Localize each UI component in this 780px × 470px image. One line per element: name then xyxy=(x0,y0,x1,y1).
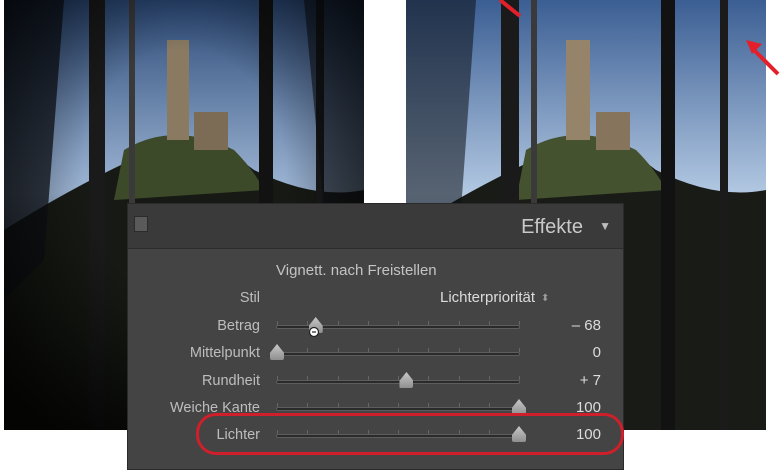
cursor-icon xyxy=(308,326,320,338)
slider-tick xyxy=(307,376,309,380)
mittelpunkt-slider[interactable] xyxy=(270,344,520,360)
slider-tick xyxy=(367,376,369,380)
slider-tick xyxy=(398,321,399,325)
stil-value: Lichterpriorität xyxy=(440,289,536,306)
slider-tick xyxy=(458,348,460,352)
highlight-ring xyxy=(196,413,624,455)
slider-tick xyxy=(337,321,339,325)
rundheit-value: + 7 xyxy=(579,372,601,389)
slider-tick xyxy=(519,321,520,325)
slider-tick xyxy=(458,321,460,325)
slider-tick xyxy=(488,348,490,352)
slider-tick xyxy=(458,376,460,380)
arrow-icon xyxy=(498,0,522,18)
betrag-label: Betrag xyxy=(217,318,260,334)
slider-tick xyxy=(428,348,430,352)
slider-tick xyxy=(519,348,520,352)
slider-tick xyxy=(367,348,369,352)
slider-tick xyxy=(367,403,369,407)
slider-tick xyxy=(398,403,399,407)
arrow-icon xyxy=(746,40,780,76)
mittelpunkt-value: 0 xyxy=(592,344,601,361)
slider-tick xyxy=(307,348,309,352)
slider-tick xyxy=(488,376,490,380)
slider-tick xyxy=(458,403,460,407)
slider-tick xyxy=(488,403,490,407)
slider-tick xyxy=(277,376,278,380)
slider-tick xyxy=(337,348,339,352)
slider-tick xyxy=(277,321,278,325)
slider-tick xyxy=(428,403,430,407)
panel-header[interactable]: Effekte ▼ xyxy=(128,204,623,249)
weiche-kante-slider[interactable] xyxy=(276,399,526,415)
panel-title: Effekte xyxy=(521,216,583,238)
slider-tick xyxy=(428,321,430,325)
slider-tick xyxy=(277,403,278,407)
stil-select[interactable]: Lichterpriorität ⬍ xyxy=(440,289,549,306)
slider-tick xyxy=(307,403,309,407)
slider-tick xyxy=(337,376,339,380)
panel-toggle-switch[interactable] xyxy=(134,216,148,232)
slider-tick xyxy=(337,403,339,407)
slider-tick xyxy=(519,376,520,380)
slider-tick xyxy=(307,321,309,325)
slider-tick xyxy=(398,376,399,380)
rundheit-label: Rundheit xyxy=(201,373,260,389)
slider-tick xyxy=(398,348,399,352)
slider-tick xyxy=(367,321,369,325)
up-down-arrows-icon: ⬍ xyxy=(541,293,550,304)
section-title: Vignett. nach Freistellen xyxy=(276,262,437,279)
slider-tick xyxy=(428,376,430,380)
triangle-down-icon[interactable]: ▼ xyxy=(599,219,611,233)
slider-tick xyxy=(488,321,490,325)
stil-label: Stil xyxy=(239,290,260,306)
betrag-value: – 68 xyxy=(571,317,601,334)
rundheit-slider[interactable] xyxy=(276,372,520,388)
mittelpunkt-label: Mittelpunkt xyxy=(189,345,260,361)
